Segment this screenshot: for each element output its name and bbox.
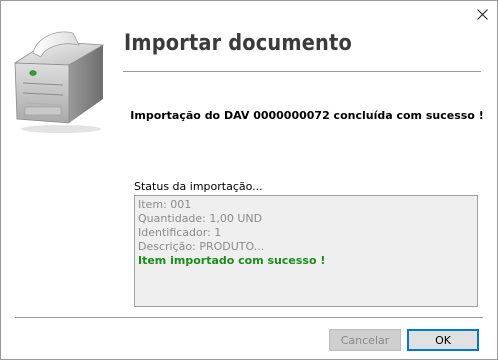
status-label: Status da importação... [134,180,263,193]
printer-icon [11,23,111,135]
status-log[interactable]: Item: 001 Quantidade: 1,00 UND Identific… [134,195,478,307]
footer-divider [15,317,483,318]
status-line-success: Item importado com sucesso ! [138,254,326,267]
import-dialog: Importar documento Importação do DAV 000… [0,0,498,360]
dialog-title: Importar documento [124,31,352,56]
status-line-item: Item: 001 [138,198,192,211]
close-button[interactable] [473,5,491,23]
cancel-button[interactable]: Cancelar [329,329,401,351]
ok-button[interactable]: OK [407,329,479,351]
import-result-message: Importação do DAV 0000000072 concluída c… [130,109,484,122]
status-line-identifier: Identificador: 1 [138,226,222,239]
title-divider [123,71,481,72]
status-line-quantity: Quantidade: 1,00 UND [138,212,263,225]
status-line-description: Descrição: PRODUTO... [138,240,265,253]
close-icon [476,8,488,20]
